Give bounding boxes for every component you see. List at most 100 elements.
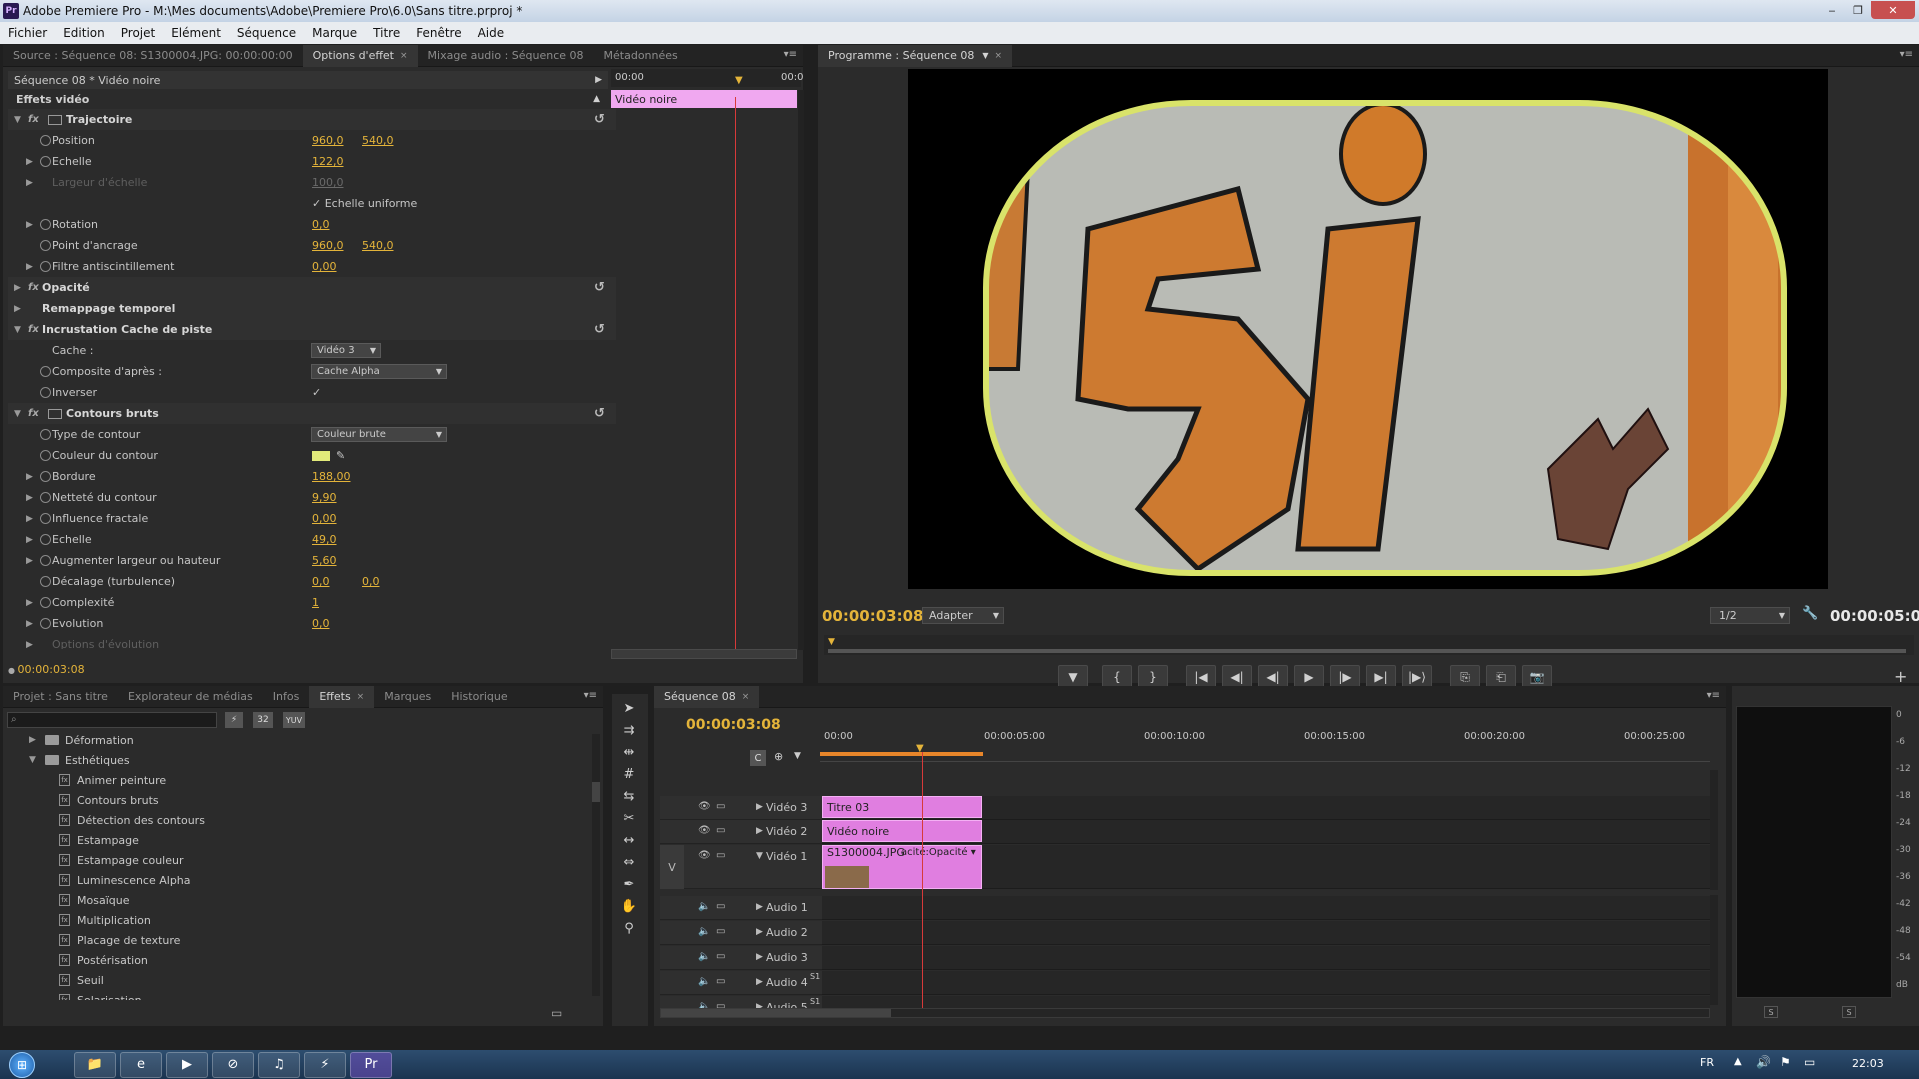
property-value[interactable]: 0,00: [312, 260, 337, 273]
effect-property-row[interactable]: ▶ Augmenter largeur ou hauteur 5,60: [8, 550, 616, 571]
stopwatch-icon[interactable]: [40, 618, 51, 629]
ec-zoom-scrollbar[interactable]: [611, 649, 797, 659]
eyedropper-icon[interactable]: ✎: [336, 449, 345, 462]
expand-triangle-icon[interactable]: ▶: [26, 493, 33, 503]
lock-icon[interactable]: ▭: [716, 901, 725, 912]
collapse-triangle-icon[interactable]: ▼: [14, 409, 21, 419]
effect-property-row[interactable]: ▶ Bordure 188,00: [8, 466, 616, 487]
timeline-clip[interactable]: Titre 03: [822, 796, 982, 818]
expand-triangle-icon[interactable]: ▶: [26, 514, 33, 524]
expand-triangle-icon[interactable]: ▶: [26, 157, 33, 167]
effect-property-row[interactable]: ▶ Influence fractale 0,00: [8, 508, 616, 529]
effect-header[interactable]: ▼ fx Incrustation Cache de piste ↺: [8, 319, 616, 340]
tab-source[interactable]: Source : Séquence 08: S1300004.JPG: 00:0…: [3, 45, 303, 67]
minimize-button[interactable]: ‒: [1819, 1, 1845, 19]
collapse-triangle-icon[interactable]: ▼: [14, 325, 21, 335]
effect-item[interactable]: fx Estampage couleur: [7, 850, 587, 870]
effect-property-row[interactable]: ▶ Largeur d'échelle 100,0: [8, 172, 616, 193]
effect-property-row[interactable]: Cache : Vidéo 3 ▼: [8, 340, 616, 361]
stopwatch-icon[interactable]: [40, 261, 51, 272]
add-button-icon[interactable]: +: [1894, 667, 1907, 686]
app5-taskbar-icon[interactable]: ♫: [258, 1051, 300, 1078]
close-tab-icon[interactable]: ×: [995, 51, 1003, 61]
expand-track-icon[interactable]: ▶: [756, 802, 763, 812]
ripple-edit-tool-icon[interactable]: ⇹: [617, 742, 641, 762]
eye-icon[interactable]: 👁: [698, 801, 711, 812]
property-value[interactable]: 5,60: [312, 554, 337, 567]
wrench-icon[interactable]: 🔧: [1802, 606, 1818, 621]
stopwatch-icon[interactable]: [40, 576, 51, 587]
effect-property-row[interactable]: ▶ Echelle 49,0: [8, 529, 616, 550]
selection-tool-icon[interactable]: ➤: [617, 698, 641, 718]
lock-icon[interactable]: ▭: [716, 976, 725, 987]
effect-folder[interactable]: ▼ Esthétiques: [7, 750, 587, 770]
work-area-bar[interactable]: [820, 752, 983, 756]
tab-media-browser[interactable]: Explorateur de médias: [118, 686, 263, 708]
effect-property-row[interactable]: ▶ Netteté du contour 9,90: [8, 487, 616, 508]
timeline-clip[interactable]: S1300004.JPG acité:Opacité ▾: [822, 845, 982, 889]
eye-icon[interactable]: 👁: [698, 825, 711, 836]
effect-property-row[interactable]: ▶ Complexité 1: [8, 592, 616, 613]
new-bin-icon[interactable]: ▭: [551, 1006, 562, 1020]
transform-handle-icon[interactable]: [48, 114, 62, 125]
slip-tool-icon[interactable]: ↔: [617, 830, 641, 850]
expand-track-icon[interactable]: ▶: [756, 927, 763, 937]
property-value-2[interactable]: 540,0: [362, 239, 394, 252]
effects-scrollbar[interactable]: [592, 734, 600, 996]
effect-item[interactable]: fx Seuil: [7, 970, 587, 990]
expand-triangle-icon[interactable]: ▶: [26, 556, 33, 566]
track-select-tool-icon[interactable]: ⇉: [617, 720, 641, 740]
stopwatch-icon[interactable]: [40, 555, 51, 566]
menu-marque[interactable]: Marque: [304, 26, 365, 40]
property-dropdown[interactable]: Couleur brute ▼: [311, 427, 447, 442]
effect-property-row[interactable]: ▶ Filtre antiscintillement 0,00: [8, 256, 616, 277]
tab-effect-options[interactable]: Options d'effet ×: [302, 44, 418, 67]
fx-toggle-icon[interactable]: fx: [28, 282, 39, 293]
property-value[interactable]: 960,0: [312, 239, 344, 252]
eye-icon[interactable]: 👁: [698, 850, 711, 861]
effect-property-row[interactable]: Composite d'après : Cache Alpha ▼: [8, 361, 616, 382]
collapse-icon[interactable]: ▲: [593, 94, 600, 104]
effect-item[interactable]: fx Contours bruts: [7, 790, 587, 810]
fx-toggle-icon[interactable]: fx: [28, 324, 39, 335]
expand-triangle-icon[interactable]: ▶: [26, 598, 33, 608]
expand-track-icon[interactable]: ▶: [756, 826, 763, 836]
effect-item[interactable]: fx Luminescence Alpha: [7, 870, 587, 890]
tab-program[interactable]: Programme : Séquence 08 ▼ ×: [818, 44, 1013, 67]
track-header[interactable]: 👁 ▭ ▼ Vidéo 1: [660, 845, 822, 889]
effect-property-row[interactable]: ▶ Options d'évolution: [8, 634, 616, 649]
language-indicator[interactable]: FR: [1700, 1056, 1714, 1069]
property-value[interactable]: 100,0: [312, 176, 344, 189]
effect-header[interactable]: ▶ Remappage temporel: [8, 298, 616, 319]
track-header[interactable]: 🔈 ▭ ▶ Audio 4 S1: [660, 971, 822, 995]
expand-triangle-icon[interactable]: ▶: [26, 262, 33, 272]
property-value[interactable]: 1: [312, 596, 319, 609]
snap-icon[interactable]: C: [750, 750, 766, 766]
stopwatch-icon[interactable]: [40, 450, 51, 461]
menu-projet[interactable]: Projet: [113, 26, 163, 40]
effect-item[interactable]: fx Multiplication: [7, 910, 587, 930]
clock[interactable]: 22:03: [1852, 1057, 1884, 1070]
effect-item[interactable]: fx Mosaïque: [7, 890, 587, 910]
effect-header[interactable]: ▶ fx Opacité ↺: [8, 277, 616, 298]
menu-element[interactable]: Elément: [163, 26, 229, 40]
program-scrub-bar[interactable]: ▼: [824, 635, 1914, 655]
expand-track-icon[interactable]: ▶: [756, 902, 763, 912]
stopwatch-icon[interactable]: [40, 471, 51, 482]
color-swatch[interactable]: [312, 450, 330, 461]
property-value-2[interactable]: 0,0: [362, 575, 380, 588]
property-value[interactable]: 122,0: [312, 155, 344, 168]
slide-tool-icon[interactable]: ⇔: [617, 852, 641, 872]
tab-effects[interactable]: Effets ×: [309, 685, 375, 708]
network-icon[interactable]: ▭: [1804, 1055, 1815, 1069]
property-value[interactable]: 9,90: [312, 491, 337, 504]
program-video-frame[interactable]: [908, 69, 1828, 589]
playhead-marker-icon[interactable]: ▼: [735, 75, 743, 86]
transform-handle-icon[interactable]: [48, 408, 62, 419]
effect-property-row[interactable]: Position 960,0 540,0: [8, 130, 616, 151]
reset-icon[interactable]: ↺: [594, 112, 605, 127]
stopwatch-icon[interactable]: [40, 534, 51, 545]
solo-left-button[interactable]: S: [1764, 1006, 1778, 1018]
tab-markers[interactable]: Marques: [374, 686, 441, 708]
clip-effect-dropdown[interactable]: acité:Opacité ▾: [901, 847, 976, 858]
